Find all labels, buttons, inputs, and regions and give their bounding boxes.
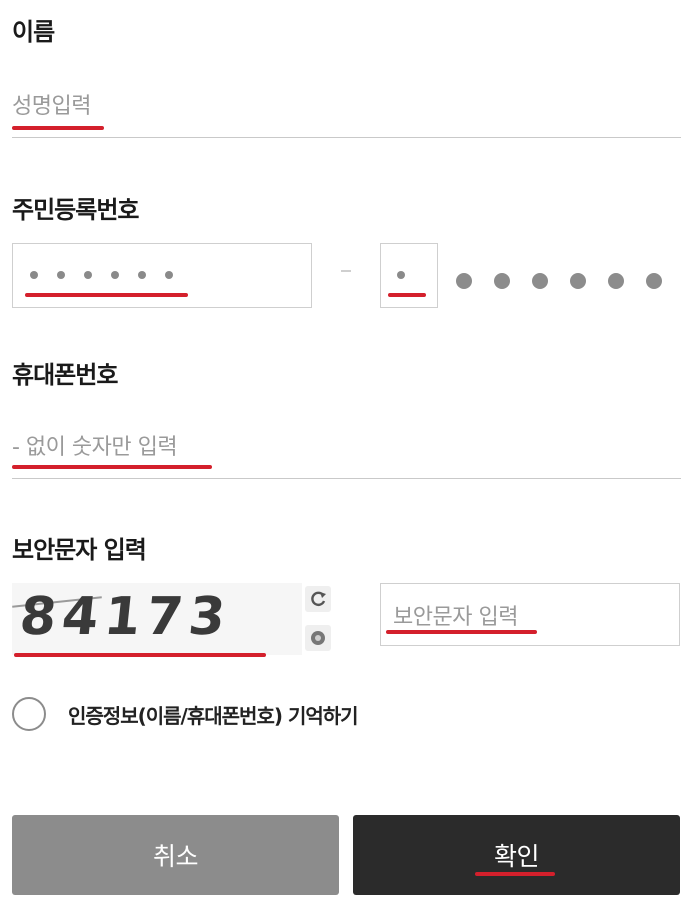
masked-digit-dot (494, 273, 510, 289)
name-input[interactable]: 성명입력 (12, 82, 681, 138)
identity-verification-form: 이름 성명입력 주민등록번호 휴대폰번호 - 없이 숫자만 입력 보안문자 입력… (0, 0, 692, 911)
rrn-front-input[interactable] (12, 243, 312, 308)
captcha-characters: 84173 (16, 587, 235, 647)
refresh-icon[interactable] (305, 586, 331, 612)
remember-radio[interactable] (12, 697, 46, 731)
captcha-image: 84173 (12, 583, 302, 655)
captcha-input-placeholder: 보안문자 입력 (393, 605, 518, 630)
phone-label: 휴대폰번호 (12, 361, 118, 389)
highlight-mark (12, 126, 104, 130)
highlight-mark (388, 293, 426, 297)
masked-digit-dot (608, 273, 624, 289)
name-label: 이름 (12, 18, 55, 46)
captcha-label: 보안문자 입력 (12, 536, 147, 564)
masked-dot (111, 271, 119, 279)
highlight-mark (14, 653, 266, 657)
rrn-label: 주민등록번호 (12, 196, 139, 224)
masked-dot (57, 271, 65, 279)
rrn-separator (341, 270, 351, 272)
cancel-button[interactable]: 취소 (12, 815, 339, 895)
masked-digit-dot (532, 273, 548, 289)
highlight-mark (475, 872, 555, 876)
highlight-mark (12, 465, 212, 469)
name-placeholder: 성명입력 (12, 94, 91, 119)
masked-dot (84, 271, 92, 279)
masked-digit-dot (646, 273, 662, 289)
highlight-mark (25, 293, 188, 297)
audio-icon[interactable] (305, 625, 331, 651)
phone-placeholder: - 없이 숫자만 입력 (12, 435, 178, 460)
captcha-input[interactable]: 보안문자 입력 (380, 583, 680, 646)
phone-input[interactable]: - 없이 숫자만 입력 (12, 423, 681, 479)
confirm-button[interactable]: 확인 (353, 815, 680, 895)
remember-label[interactable]: 인증정보(이름/휴대폰번호) 기억하기 (68, 700, 359, 729)
masked-digit-dot (570, 273, 586, 289)
highlight-mark (386, 630, 537, 634)
masked-digit-dot (456, 273, 472, 289)
masked-dot (397, 271, 405, 279)
rrn-back-first-digit-input[interactable] (380, 243, 438, 308)
masked-dot (30, 271, 38, 279)
masked-dot (165, 271, 173, 279)
masked-dot (138, 271, 146, 279)
